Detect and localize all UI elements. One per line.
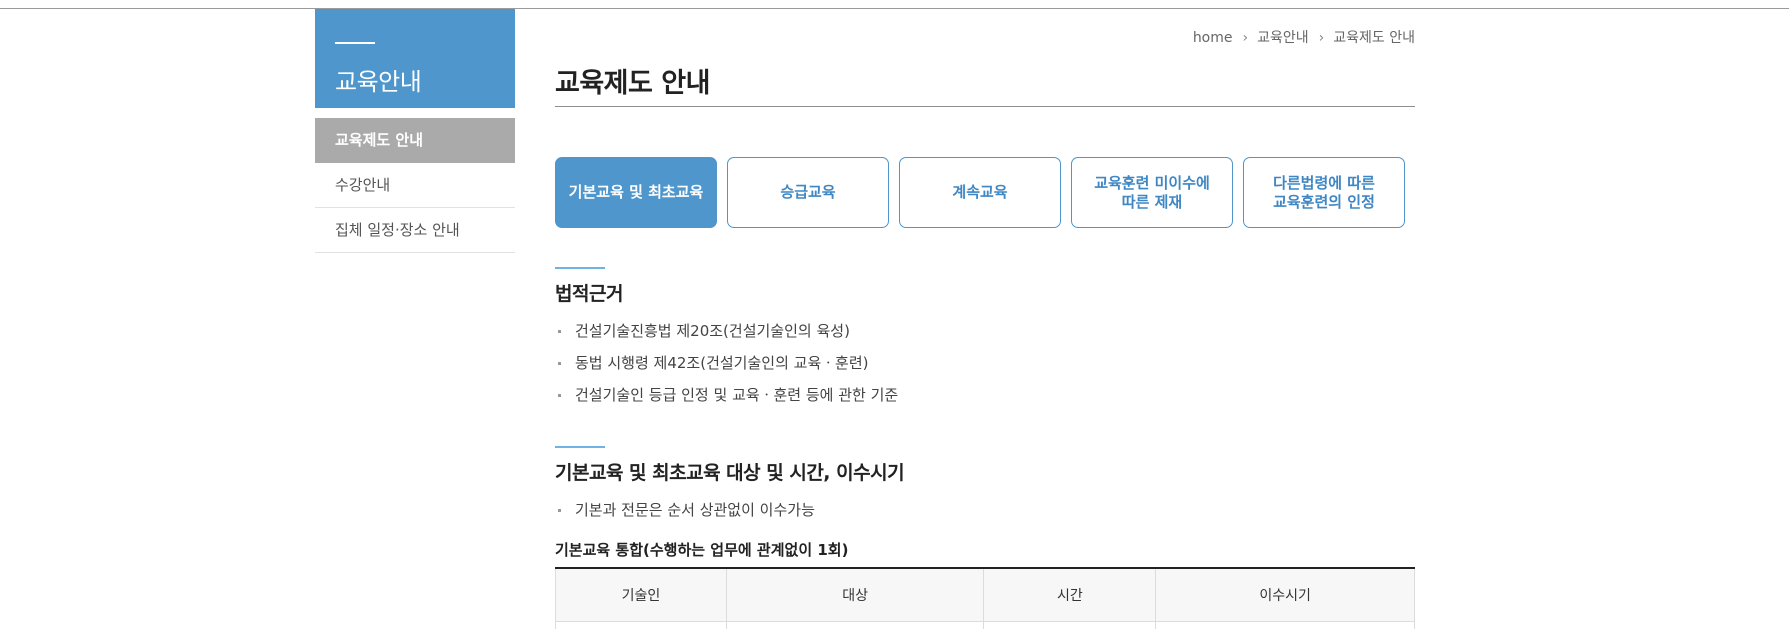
column-header-time: 시간: [983, 567, 1156, 622]
breadcrumb: home › 교육안내 › 교육제도 안내: [1193, 27, 1415, 47]
section-bar: [555, 267, 605, 269]
sidebar-title: 교육안내: [335, 68, 422, 96]
table-cell: [725, 621, 985, 629]
breadcrumb-home[interactable]: home: [1193, 30, 1233, 46]
tab-sanctions[interactable]: 교육훈련 미이수에 따른 제재: [1071, 157, 1233, 228]
sidebar-menu: 교육제도 안내 수강안내 집체 일정·장소 안내: [315, 118, 515, 253]
tab-label: 교육훈련의 인정: [1273, 192, 1375, 211]
table-header-row: 기술인 대상 시간 이수시기: [555, 567, 1415, 622]
sidebar-item-course-info[interactable]: 수강안내: [315, 163, 515, 208]
column-header-completion-period: 이수시기: [1155, 567, 1415, 622]
sidebar-item-schedule-venue[interactable]: 집체 일정·장소 안내: [315, 208, 515, 253]
tab-label: 승급교육: [780, 183, 836, 201]
sidebar-header: 교육안내: [315, 9, 515, 108]
list-item: 동법 시행령 제42조(건설기술인의 교육ㆍ훈련): [555, 353, 1415, 385]
section-title: 법적근거: [555, 283, 623, 305]
tab-label: 다른법령에 따른: [1273, 173, 1375, 192]
tab-other-laws-recognition[interactable]: 다른법령에 따른 교육훈련의 인정: [1243, 157, 1405, 228]
breadcrumb-current: 교육제도 안내: [1333, 30, 1415, 46]
sidebar-item-education-system[interactable]: 교육제도 안내: [315, 118, 515, 163]
tab-basic-initial-education[interactable]: 기본교육 및 최초교육: [555, 157, 717, 228]
section-bar: [555, 446, 605, 448]
sidebar: 교육안내 교육제도 안내 수강안내 집체 일정·장소 안내: [315, 9, 515, 253]
top-rule: [0, 8, 1789, 9]
bullet-list: 기본과 전문은 순서 상관없이 이수가능: [555, 500, 1415, 532]
list-item: 기본과 전문은 순서 상관없이 이수가능: [555, 500, 1415, 532]
list-item: 건설기술진흥법 제20조(건설기술인의 육성): [555, 321, 1415, 353]
table-title: 기본교육 통합(수행하는 업무에 관계없이 1회): [555, 541, 849, 559]
tab-continuing-education[interactable]: 계속교육: [899, 157, 1061, 228]
section-title: 기본교육 및 최초교육 대상 및 시간, 이수시기: [555, 462, 905, 484]
tab-label: 교육훈련 미이수에: [1094, 173, 1210, 192]
breadcrumb-education-info[interactable]: 교육안내: [1257, 30, 1309, 46]
table-cell: [1155, 621, 1415, 629]
chevron-right-icon: ›: [1318, 30, 1325, 46]
section-legal-basis: 법적근거 건설기술진흥법 제20조(건설기술인의 육성) 동법 시행령 제42조…: [555, 267, 1415, 417]
table-cell: [983, 621, 1157, 629]
bullet-list: 건설기술진흥법 제20조(건설기술인의 육성) 동법 시행령 제42조(건설기술…: [555, 321, 1415, 417]
tab-promotion-education[interactable]: 승급교육: [727, 157, 889, 228]
column-header-technician: 기술인: [555, 567, 727, 622]
tab-label: 따른 제재: [1121, 192, 1183, 211]
column-header-target: 대상: [725, 567, 984, 622]
chevron-right-icon: ›: [1242, 30, 1249, 46]
tab-bar: 기본교육 및 최초교육 승급교육 계속교육 교육훈련 미이수에 따른 제재 다른…: [555, 157, 1415, 228]
title-divider: [555, 106, 1415, 107]
tab-label: 계속교육: [952, 183, 1008, 201]
table-cell: [555, 621, 727, 629]
page-title: 교육제도 안내: [555, 68, 710, 99]
tab-label: 기본교육 및 최초교육: [568, 183, 704, 201]
sidebar-header-dash: [335, 42, 375, 44]
list-item: 건설기술인 등급 인정 및 교육ㆍ훈련 등에 관한 기준: [555, 385, 1415, 417]
education-table: 기술인 대상 시간 이수시기: [555, 567, 1415, 629]
section-target-time: 기본교육 및 최초교육 대상 및 시간, 이수시기 기본과 전문은 순서 상관없…: [555, 446, 1415, 532]
table-row: [555, 621, 1415, 629]
